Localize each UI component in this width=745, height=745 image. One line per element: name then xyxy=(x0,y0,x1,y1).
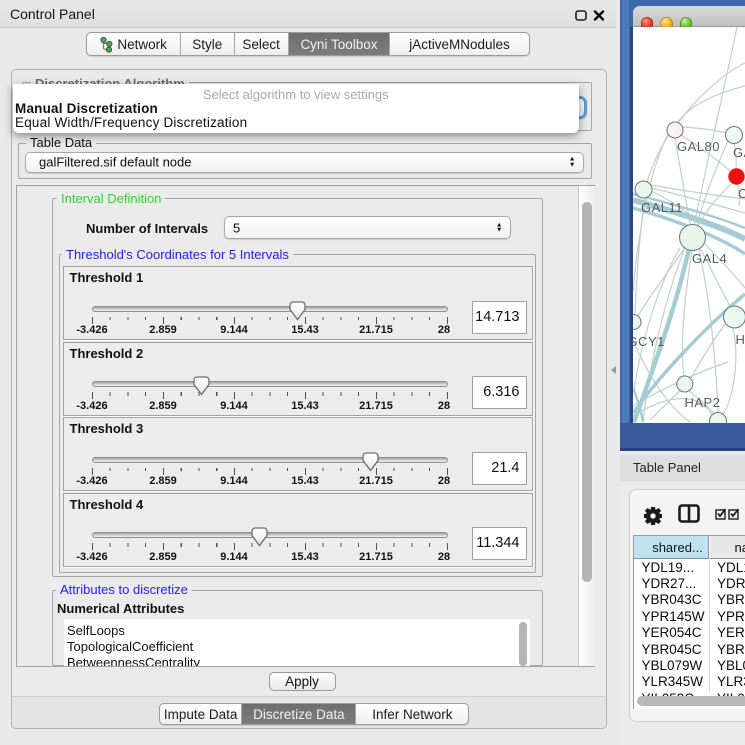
svg-text:HAP2: HAP2 xyxy=(685,395,721,410)
svg-text:C: C xyxy=(738,186,745,201)
svg-text:GAL4: GAL4 xyxy=(692,251,727,266)
svg-text:GAL80: GAL80 xyxy=(677,139,720,154)
svg-text:GA: GA xyxy=(733,145,745,160)
svg-text:GCY1: GCY1 xyxy=(633,334,665,349)
svg-text:GAL11: GAL11 xyxy=(641,200,683,215)
svg-text:H: H xyxy=(736,332,745,347)
